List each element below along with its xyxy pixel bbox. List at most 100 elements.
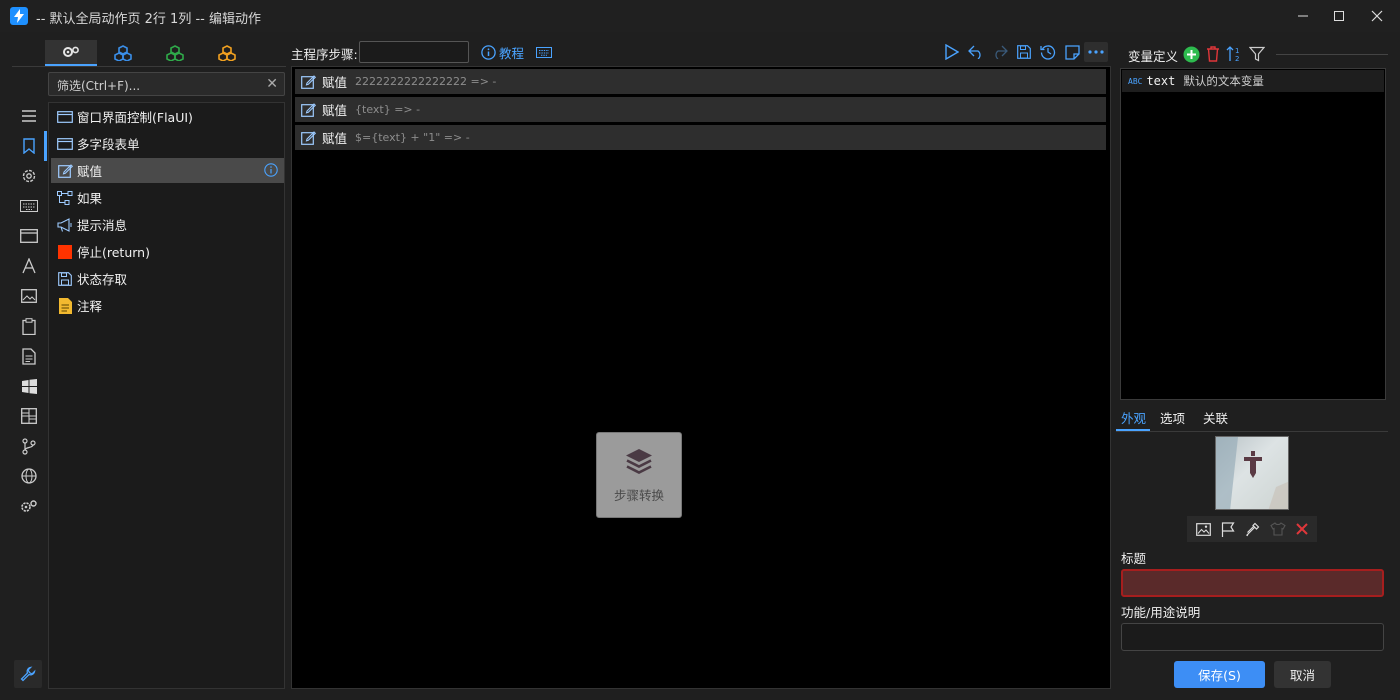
keyboard-icon[interactable]: [534, 42, 554, 62]
step-detail: {text} => -: [355, 103, 421, 116]
save-button[interactable]: 保存(S): [1174, 661, 1265, 688]
list-item-state[interactable]: 状态存取: [51, 266, 284, 291]
list-item-label: 多字段表单: [77, 137, 140, 152]
grid-icon[interactable]: [18, 405, 40, 427]
category-tab-system[interactable]: [45, 40, 97, 66]
list-item-flaui[interactable]: 窗口界面控制(FlaUI): [51, 104, 284, 129]
list-item-stop[interactable]: 停止(return): [51, 239, 284, 264]
step-convert-button[interactable]: 步骤转换: [596, 432, 682, 518]
list-item-form[interactable]: 多字段表单: [51, 131, 284, 156]
eyedropper-icon[interactable]: [1245, 522, 1260, 537]
step-row[interactable]: 赋值 {text} => -: [295, 97, 1106, 122]
action-preview-image: [1215, 436, 1289, 510]
keyboard-icon[interactable]: [18, 195, 40, 217]
tutorial-link[interactable]: 教程: [481, 43, 524, 62]
variable-name: text: [1146, 74, 1176, 88]
tab-relations[interactable]: 关联: [1203, 408, 1228, 430]
title-label: 标题: [1121, 551, 1147, 566]
variable-description: 默认的文本变量: [1183, 74, 1264, 88]
sort-variables-button[interactable]: 12: [1225, 44, 1245, 64]
step-row[interactable]: 赋值 $={text} + "1" => -: [295, 125, 1106, 150]
globe-icon[interactable]: [18, 465, 40, 487]
list-item-assign[interactable]: 赋值: [51, 158, 284, 183]
image-icon[interactable]: [1196, 522, 1211, 536]
delete-variable-button[interactable]: [1203, 44, 1223, 64]
category-tab-green[interactable]: [149, 40, 201, 66]
font-icon[interactable]: [18, 255, 40, 277]
title-input[interactable]: [1121, 569, 1384, 597]
shirt-icon: [1270, 522, 1286, 536]
list-item-if[interactable]: 如果: [51, 185, 284, 210]
tabs-divider: [12, 66, 286, 67]
flag-icon[interactable]: [1221, 521, 1235, 537]
close-window-button[interactable]: [1354, 0, 1400, 32]
info-icon: [481, 45, 496, 60]
main-step-input[interactable]: [359, 41, 469, 63]
variable-list: ABC text 默认的文本变量: [1120, 68, 1386, 400]
cancel-button[interactable]: 取消: [1274, 661, 1331, 688]
step-row[interactable]: 赋值 2222222222222222 => -: [295, 69, 1106, 94]
variable-definition-label: 变量定义: [1128, 49, 1179, 64]
clear-filter-icon[interactable]: ✕: [266, 76, 278, 92]
cubes-blue-icon: [114, 45, 132, 61]
main-steps-label: 主程序步骤:: [291, 47, 358, 62]
description-input[interactable]: [1121, 623, 1384, 651]
history-icon[interactable]: [1038, 42, 1058, 62]
more-icon: [1088, 50, 1104, 54]
action-list: 窗口界面控制(FlaUI) 多字段表单 赋值 如果 提示消息 停止(return…: [48, 102, 285, 689]
clipboard-icon[interactable]: [18, 315, 40, 337]
dagger-icon: [1244, 451, 1262, 478]
title-bar: -- 默认全局动作页 2行 1列 -- 编辑动作: [0, 0, 1400, 32]
steps-area: 赋值 2222222222222222 => - 赋值 {text} => - …: [291, 66, 1111, 689]
category-tab-blue[interactable]: [97, 40, 149, 66]
save-icon[interactable]: [1014, 42, 1034, 62]
tab-appearance[interactable]: 外观: [1121, 408, 1146, 430]
sticky-note-icon[interactable]: [1062, 42, 1082, 62]
rail-active-indicator: [44, 131, 47, 161]
step-detail: 2222222222222222 => -: [355, 75, 497, 88]
more-options-button[interactable]: [1084, 42, 1108, 62]
list-item-comment[interactable]: 注释: [51, 293, 284, 318]
filter-placeholder: 筛选(Ctrl+F)...: [57, 79, 141, 93]
wrench-icon: [20, 666, 36, 682]
tab-options[interactable]: 选项: [1160, 408, 1185, 430]
step-convert-label: 步骤转换: [613, 487, 664, 503]
close-icon[interactable]: [1296, 523, 1308, 535]
git-icon[interactable]: [18, 435, 40, 457]
list-item-message[interactable]: 提示消息: [51, 212, 284, 237]
filter-variables-button[interactable]: [1247, 44, 1267, 64]
run-button[interactable]: [942, 42, 962, 62]
megaphone-icon: [57, 217, 73, 233]
window-title: -- 默认全局动作页 2行 1列 -- 编辑动作: [36, 12, 261, 27]
tutorial-label: 教程: [499, 46, 525, 61]
info-icon[interactable]: [264, 163, 278, 177]
tools-button[interactable]: [14, 660, 42, 688]
menu-icon[interactable]: [18, 105, 40, 127]
variable-type-badge: ABC: [1128, 76, 1143, 86]
trash-icon: [1207, 46, 1219, 62]
bookmark-icon[interactable]: [18, 135, 40, 157]
variable-row[interactable]: ABC text 默认的文本变量: [1122, 70, 1384, 92]
list-item-label: 提示消息: [77, 218, 128, 233]
redo-button[interactable]: [990, 42, 1010, 62]
description-label: 功能/用途说明: [1121, 605, 1201, 620]
filter-input[interactable]: 筛选(Ctrl+F)... ✕: [48, 72, 285, 96]
undo-button[interactable]: [966, 42, 986, 62]
image-toolbar: [1187, 516, 1317, 542]
add-variable-button[interactable]: [1181, 44, 1201, 64]
image-icon[interactable]: [18, 285, 40, 307]
gears-icon[interactable]: [18, 495, 40, 517]
cubes-green-icon: [166, 45, 184, 61]
app-logo-icon: [10, 7, 28, 25]
settings-icon[interactable]: [18, 165, 40, 187]
list-item-label: 注释: [77, 299, 103, 314]
edit-icon: [301, 102, 316, 117]
list-item-label: 赋值: [77, 164, 103, 179]
group-divider: [1276, 54, 1388, 55]
category-tab-orange[interactable]: [201, 40, 253, 66]
document-icon[interactable]: [18, 345, 40, 367]
branch-icon: [57, 190, 73, 206]
window-icon[interactable]: [18, 225, 40, 247]
windows-icon[interactable]: [18, 375, 40, 397]
gears-icon: [63, 46, 79, 57]
